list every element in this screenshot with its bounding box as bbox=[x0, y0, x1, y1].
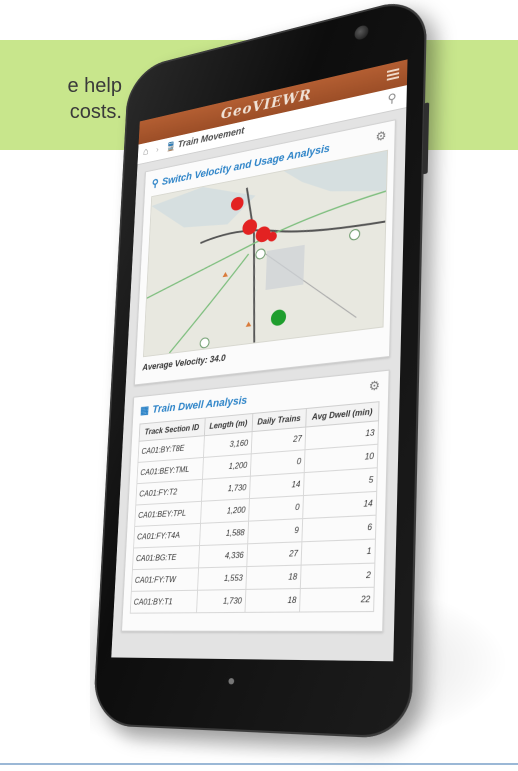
dwell-card-title: ▦ Train Dwell Analysis bbox=[140, 394, 247, 417]
phone-mockup: GeoVIEWR ⌂ › 🚆 Train Movement ⚲ ⚲ Switch … bbox=[92, 0, 430, 740]
rail-line-2 bbox=[240, 185, 260, 344]
avg-dwell-cell: 14 bbox=[302, 491, 377, 519]
route-shield bbox=[200, 337, 209, 348]
gear-icon[interactable]: ⚙ bbox=[369, 378, 381, 394]
daily-trains-cell: 9 bbox=[247, 518, 303, 544]
gear-icon[interactable]: ⚙ bbox=[375, 128, 386, 144]
map-pin-icon: ⚲ bbox=[151, 177, 159, 190]
daily-trains-cell: 18 bbox=[245, 565, 302, 590]
avg-dwell-cell: 1 bbox=[301, 539, 376, 566]
daily-trains-cell: 27 bbox=[246, 541, 302, 567]
camera-icon bbox=[354, 24, 369, 41]
poi-marker bbox=[245, 321, 252, 327]
home-icon[interactable]: ⌂ bbox=[143, 146, 149, 158]
map-urban-area bbox=[265, 244, 305, 291]
length-cell: 1,730 bbox=[196, 589, 246, 613]
route-shield bbox=[350, 229, 360, 241]
dwell-analysis-card: ▦ Train Dwell Analysis ⚙ Track Section ID… bbox=[121, 369, 390, 633]
daily-trains-cell: 0 bbox=[248, 495, 304, 522]
avg-dwell-cell: 2 bbox=[300, 563, 375, 589]
length-cell: 1,730 bbox=[201, 476, 251, 502]
avg-dwell-cell: 6 bbox=[301, 515, 377, 542]
train-icon: 🚆 bbox=[165, 140, 176, 152]
home-button-dot[interactable] bbox=[228, 678, 235, 685]
route-shield bbox=[256, 248, 266, 259]
road-green-2 bbox=[169, 254, 248, 353]
average-velocity-value: 34.0 bbox=[209, 352, 226, 365]
dwell-card-title-text: Train Dwell Analysis bbox=[152, 394, 248, 416]
switch-velocity-card: ⚲ Switch Velocity and Usage Analysis ⚙ A… bbox=[134, 119, 396, 386]
phone-screen: GeoVIEWR ⌂ › 🚆 Train Movement ⚲ ⚲ Switch … bbox=[111, 59, 408, 662]
track-section-cell: CA01:BEY:TPL bbox=[134, 501, 202, 527]
length-cell: 4,336 bbox=[198, 543, 248, 568]
poi-marker bbox=[222, 271, 229, 278]
track-section-cell: CA01:BG:TE bbox=[132, 545, 200, 570]
length-cell: 1,200 bbox=[202, 453, 251, 480]
length-cell: 1,200 bbox=[200, 498, 250, 524]
track-section-cell: CA01:BY:T1 bbox=[130, 590, 198, 614]
phone-mockup-wrapper: GeoVIEWR ⌂ › 🚆 Train Movement ⚲ ⚲ Switch … bbox=[0, 0, 518, 771]
search-icon[interactable]: ⚲ bbox=[387, 90, 396, 106]
table-icon: ▦ bbox=[139, 404, 150, 417]
breadcrumb-separator: › bbox=[155, 144, 159, 155]
length-cell: 1,588 bbox=[199, 521, 249, 546]
avg-dwell-cell: 22 bbox=[299, 587, 375, 613]
side-button bbox=[422, 102, 430, 175]
daily-trains-cell: 14 bbox=[249, 472, 305, 499]
average-velocity-label: Average Velocity: bbox=[142, 354, 208, 373]
length-cell: 1,553 bbox=[197, 566, 247, 591]
table-row[interactable]: CA01:BY:T1 1,730 18 22 bbox=[130, 587, 375, 614]
switch-marker-red[interactable] bbox=[255, 225, 271, 244]
dwell-table: Track Section ID Length (m) Daily Trains… bbox=[130, 401, 380, 614]
track-section-cell: CA01:FY:T4A bbox=[133, 523, 201, 548]
track-section-cell: CA01:FY:TW bbox=[131, 567, 199, 592]
switch-marker-green[interactable] bbox=[270, 308, 287, 327]
daily-trains-cell: 18 bbox=[244, 588, 301, 613]
switch-marker-red[interactable] bbox=[242, 218, 258, 236]
